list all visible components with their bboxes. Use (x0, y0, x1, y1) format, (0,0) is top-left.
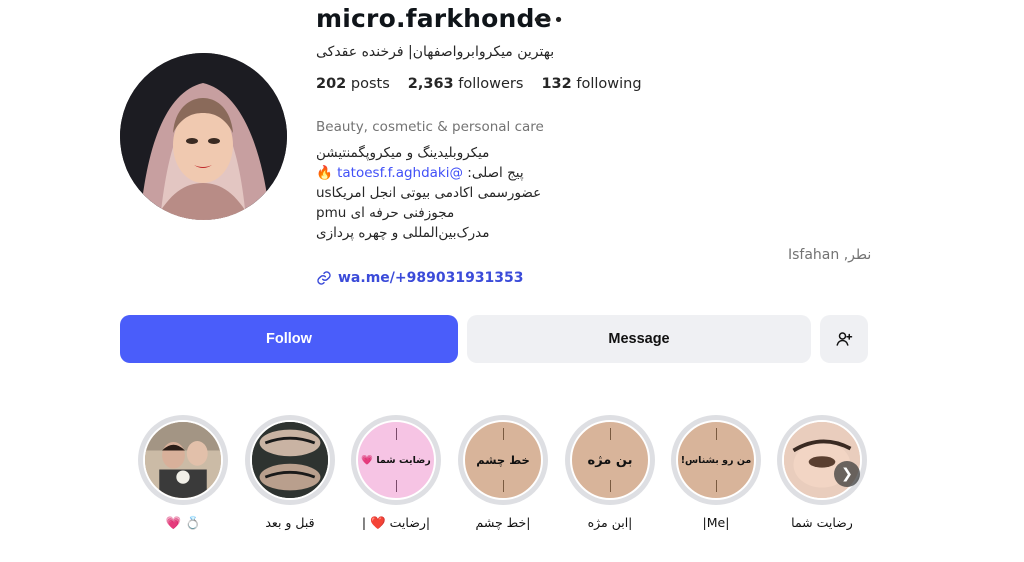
message-button[interactable]: Message (467, 315, 811, 363)
profile-link-text: wa.me/+989031931353 (338, 270, 524, 286)
cover-line (610, 428, 611, 440)
avatar-photo (120, 53, 287, 220)
bio-line: عضورسمی اکادمی بیوتی انجل امریکاus (316, 185, 542, 201)
highlight-item[interactable]: 💍 💗 (135, 415, 231, 531)
highlight-item[interactable]: قبل و بعد (242, 415, 338, 530)
profile-username: micro.farkhonde (316, 4, 552, 33)
followers-stat[interactable]: 2,363 followers (408, 76, 524, 92)
bio-line: مجوزفنی حرفه ای pmu (316, 205, 455, 221)
suggested-users-button[interactable] (820, 315, 868, 363)
highlight-photo (145, 422, 221, 498)
highlight-ring: بن مژه (565, 415, 655, 505)
highlight-cover: خط چشم (463, 420, 543, 500)
highlight-item[interactable]: رضایت شما 💗 |رضایت ❤️ | (348, 415, 444, 531)
posts-count: 202 (316, 76, 347, 92)
profile-location: Isfahan ,نطر (788, 247, 872, 263)
highlight-ring: من رو بشناس! (671, 415, 761, 505)
cover-line (716, 480, 717, 492)
following-count: 132 (541, 76, 572, 92)
followers-count: 2,363 (407, 76, 454, 92)
profile-avatar[interactable] (120, 53, 287, 220)
highlight-label: |Me| (702, 515, 730, 530)
chevron-right-icon[interactable]: ❯ (834, 461, 860, 487)
follow-button[interactable]: Follow (120, 315, 458, 363)
highlight-label: قبل و بعد (265, 515, 315, 530)
bio-line: پیج اصلی: (467, 165, 524, 181)
highlight-item[interactable]: من رو بشناس! |Me| (668, 415, 764, 530)
highlight-label: |خط چشم (475, 515, 531, 530)
highlight-cover (143, 420, 223, 500)
highlight-cover (250, 420, 330, 500)
bio-line: میکروبلیدینگ و میکروپگمنتیشن (316, 145, 490, 161)
highlight-cover-text: بن مژه (587, 452, 633, 468)
bio-mention-link[interactable]: tatoesf.f.aghdaki@ (337, 165, 463, 181)
profile-link[interactable]: wa.me/+989031931353 (316, 270, 524, 286)
following-label: following (576, 76, 642, 92)
profile-full-name: بهترین میکروابرواصفهان| فرخنده عقدکی (316, 44, 555, 60)
cover-line (396, 480, 397, 492)
bio-line-mention: پیج اصلی: tatoesf.f.aghdaki@ 🔥 (316, 163, 576, 183)
profile-bio: میکروبلیدینگ و میکروپگمنتیشن پیج اصلی: t… (316, 143, 576, 243)
cover-line (396, 428, 397, 440)
highlight-label: 💍 💗 (165, 515, 201, 530)
highlight-cover-text: خط چشم (476, 453, 530, 467)
highlight-photo (252, 422, 328, 498)
profile-stats: 202 posts 2,363 followers 132 following (316, 76, 642, 92)
cover-line (503, 480, 504, 492)
highlight-photo (784, 422, 860, 498)
fire-icon: 🔥 (316, 165, 333, 181)
highlight-ring (245, 415, 335, 505)
highlight-ring (138, 415, 228, 505)
highlight-ring: خط چشم (458, 415, 548, 505)
highlight-label: |ابن مژه (587, 515, 633, 530)
highlight-cover: رضایت شما 💗 (356, 420, 436, 500)
posts-label: posts (350, 76, 390, 92)
following-stat[interactable]: 132 following (541, 76, 641, 92)
cover-line (503, 428, 504, 440)
highlight-ring (777, 415, 867, 505)
highlight-ring: رضایت شما 💗 (351, 415, 441, 505)
highlight-cover: من رو بشناس! (676, 420, 756, 500)
bio-line: مدرک‌بین‌المللی و چهره پردازی (316, 225, 490, 241)
cover-line (716, 428, 717, 440)
posts-stat[interactable]: 202 posts (316, 76, 390, 92)
more-icon[interactable]: ••• (532, 10, 564, 31)
add-user-icon (836, 332, 853, 346)
link-icon (317, 271, 331, 285)
highlight-label: |رضایت ❤️ | (361, 515, 431, 530)
followers-label: followers (458, 76, 524, 92)
highlight-cover-text: رضایت شما 💗 (361, 454, 431, 466)
profile-category: Beauty, cosmetic & personal care (316, 119, 544, 135)
highlight-item[interactable]: بن مژه |ابن مژه (562, 415, 658, 530)
highlight-label: رضایت شما (791, 515, 853, 530)
highlight-cover (782, 420, 862, 500)
highlight-cover: بن مژه (570, 420, 650, 500)
highlight-cover-text: من رو بشناس! (680, 454, 752, 466)
cover-line (610, 480, 611, 492)
highlight-item[interactable]: خط چشم |خط چشم (455, 415, 551, 530)
